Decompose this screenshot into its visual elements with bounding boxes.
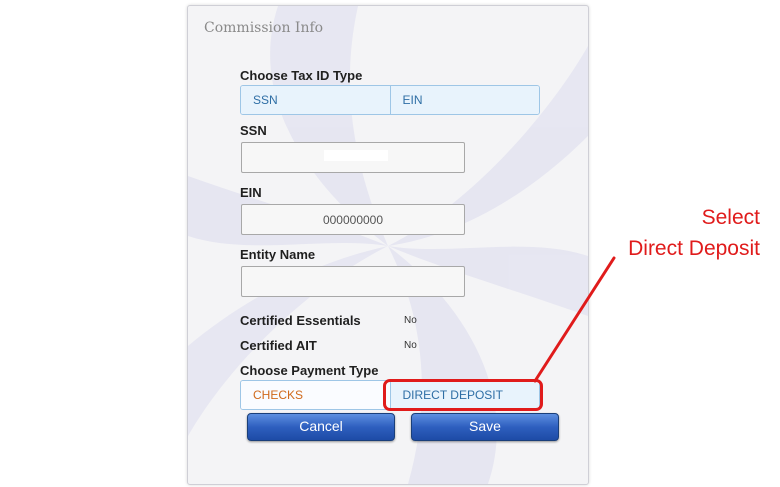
entity-name-label: Entity Name xyxy=(240,247,316,262)
ssn-field[interactable] xyxy=(241,142,465,173)
cancel-button[interactable]: Cancel xyxy=(247,413,395,441)
ssn-redaction xyxy=(324,150,388,161)
tax-id-type-toggle: SSN EIN xyxy=(240,85,540,115)
annotation-callout: Select Direct Deposit xyxy=(628,202,760,264)
save-button[interactable]: Save xyxy=(411,413,559,441)
tax-id-ein-option[interactable]: EIN xyxy=(389,86,539,114)
payment-checks-option[interactable]: CHECKS xyxy=(241,381,390,409)
ein-label: EIN xyxy=(240,185,262,200)
annotation-line-1: Select xyxy=(701,206,760,229)
ein-input[interactable] xyxy=(242,205,464,234)
entity-name-field[interactable] xyxy=(241,266,465,297)
payment-type-toggle: CHECKS DIRECT DEPOSIT xyxy=(240,380,540,410)
panel-title: Commission Info xyxy=(204,20,324,36)
annotation-line-2: Direct Deposit xyxy=(628,237,760,260)
tax-id-ssn-option[interactable]: SSN xyxy=(241,86,390,114)
certified-essentials-value: No xyxy=(404,315,417,326)
ssn-label: SSN xyxy=(240,123,267,138)
ein-field[interactable] xyxy=(241,204,465,235)
commission-info-panel: Commission Info Choose Tax ID Type SSN E… xyxy=(187,5,589,485)
entity-name-input[interactable] xyxy=(242,267,464,296)
certified-essentials-label: Certified Essentials xyxy=(240,313,361,328)
certified-ait-label: Certified AIT xyxy=(240,338,317,353)
certified-ait-value: No xyxy=(404,340,417,351)
payment-direct-deposit-option[interactable]: DIRECT DEPOSIT xyxy=(389,381,539,409)
payment-type-label: Choose Payment Type xyxy=(240,363,379,378)
tax-id-type-label: Choose Tax ID Type xyxy=(240,68,363,83)
